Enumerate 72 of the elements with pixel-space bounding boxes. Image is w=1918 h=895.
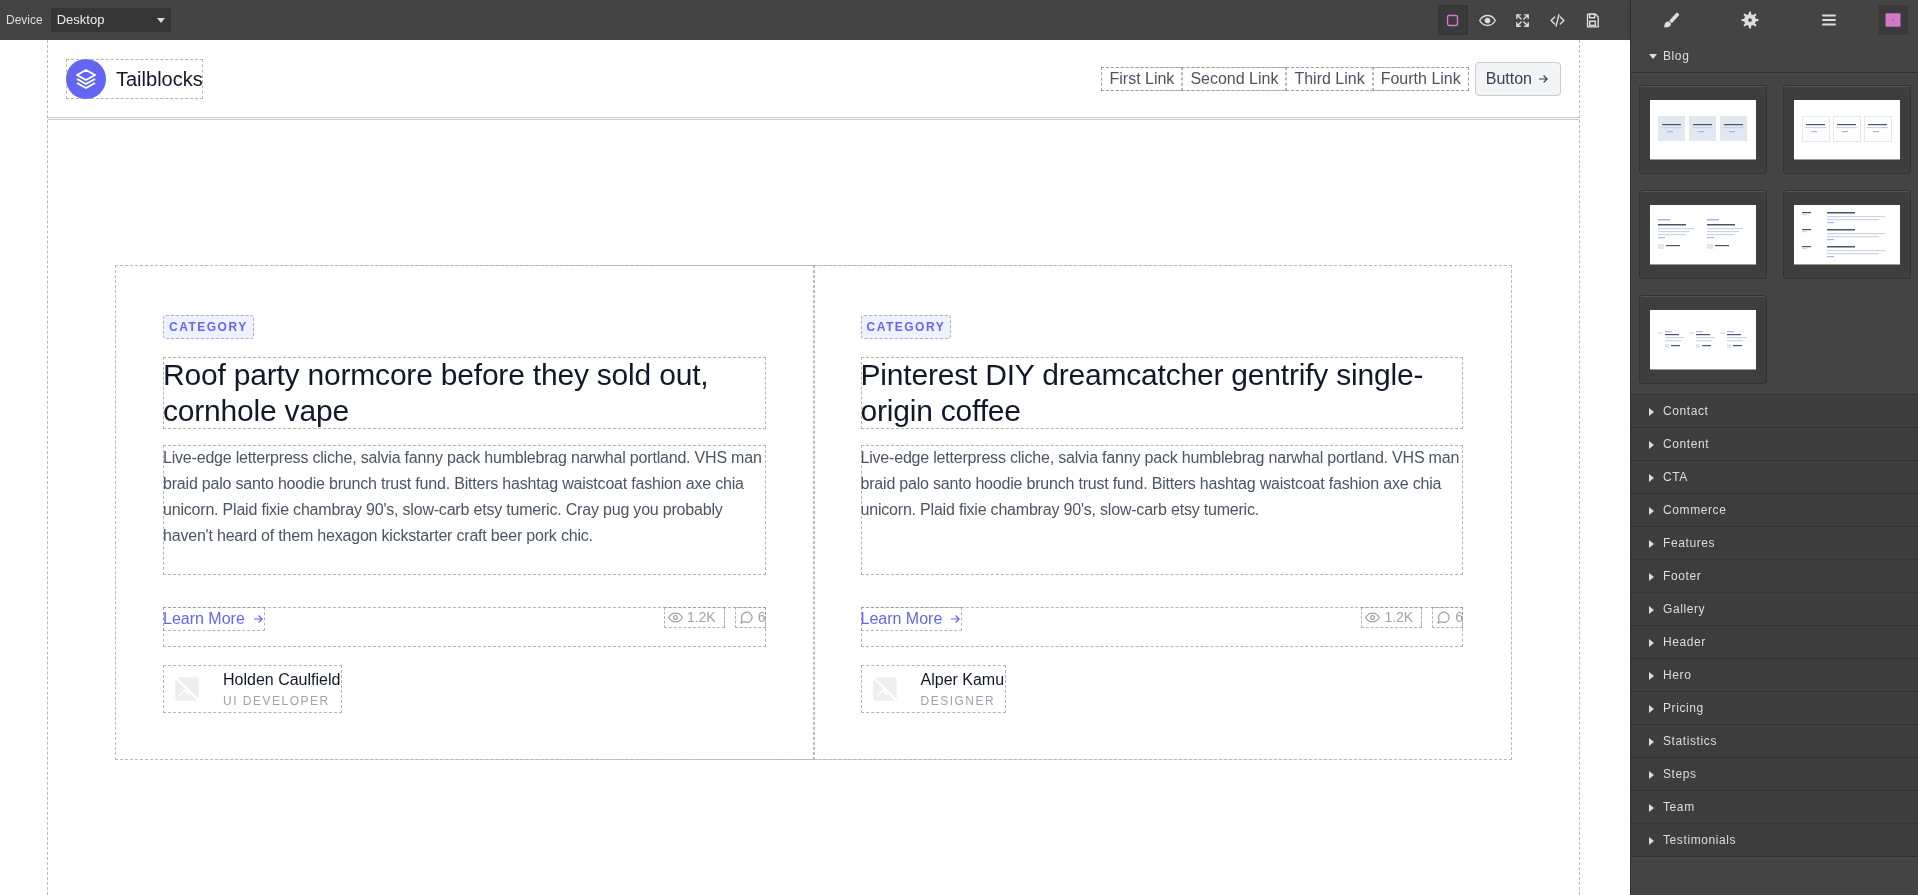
block-category[interactable]: Hero: [1631, 659, 1918, 692]
category-tag: CATEGORY: [860, 315, 952, 339]
nav-link[interactable]: Fourth Link: [1372, 66, 1469, 91]
caret-icon: [156, 17, 165, 23]
header-button[interactable]: Button: [1474, 61, 1561, 96]
block-category[interactable]: Features: [1631, 527, 1918, 560]
author-name: Holden Caulfield: [223, 670, 341, 690]
block-category[interactable]: Gallery: [1631, 593, 1918, 626]
settings-icon: [1740, 11, 1759, 29]
device-select[interactable]: Desktop: [50, 8, 171, 32]
block-category[interactable]: Footer: [1631, 560, 1918, 593]
comment-count: 6: [757, 608, 766, 627]
block-item[interactable]: [1639, 295, 1767, 384]
eye-icon: [1365, 610, 1381, 625]
post-title: Roof party normcore before they sold out, cornhole vape: [163, 357, 766, 429]
eye-icon: [667, 610, 683, 625]
block-item[interactable]: [1783, 85, 1911, 174]
post-excerpt: Live-edge letterpress cliche, salvia fanny pack humblebrag narwhal portland. VHS man braid palo santo hoodie brunch trust fund. Bitters hashtag waistcoat fashion axe chia unicorn. Plaid fixie chambray 90's, slow-carb etsy tumeric.: [860, 445, 1463, 575]
brush-icon: [1661, 11, 1680, 29]
brand-name: Tailblocks: [116, 66, 203, 92]
block-item[interactable]: [1639, 85, 1767, 174]
caret-right-icon: [1649, 737, 1654, 746]
block-category[interactable]: Statistics: [1631, 725, 1918, 758]
block-category[interactable]: Content: [1631, 428, 1918, 461]
caret-right-icon: [1649, 638, 1654, 647]
nav-link[interactable]: First Link: [1101, 66, 1183, 91]
caret-right-icon: [1649, 605, 1654, 614]
block-category[interactable]: Team: [1631, 791, 1918, 824]
author-role: UI DEVELOPER: [223, 693, 331, 710]
learn-more-link[interactable]: Learn More: [163, 607, 265, 631]
block-category[interactable]: Pricing: [1631, 692, 1918, 725]
block-category[interactable]: Steps: [1631, 758, 1918, 791]
caret-right-icon: [1649, 671, 1654, 680]
block-category[interactable]: Testimonials: [1631, 824, 1918, 857]
save-icon: [1584, 11, 1601, 29]
logo-icon: [66, 58, 106, 99]
caret-right-icon: [1649, 572, 1654, 581]
blocks-grid-tab[interactable]: [1878, 5, 1908, 35]
caret-right-icon: [1649, 407, 1654, 416]
caret-right-icon: [1649, 704, 1654, 713]
learn-more-link[interactable]: Learn More: [860, 607, 963, 631]
comment-icon: [1436, 610, 1452, 625]
code-icon: [1549, 11, 1566, 29]
nav-link[interactable]: Third Link: [1286, 66, 1373, 91]
author-name: Alper Kamu: [920, 670, 1005, 690]
caret-right-icon: [1649, 539, 1654, 548]
view-count: 1.2K: [686, 608, 716, 627]
fullscreen-icon: [1514, 11, 1531, 29]
post-title: Pinterest DIY dreamcatcher gentrify single-origin coffee: [860, 357, 1463, 429]
device-label: Device: [6, 12, 43, 29]
block-item[interactable]: [1783, 190, 1911, 279]
block-item[interactable]: [1639, 190, 1767, 279]
post-excerpt: Live-edge letterpress cliche, salvia fanny pack humblebrag narwhal portland. VHS man braid palo santo hoodie brunch trust fund. Bitters hashtag waistcoat fashion axe chia unicorn. Plaid fixie chambray 90's, slow-carb etsy tumeric. Cray pug you probably haven't heard of them hexagon kickstarter craft beer pork chic.: [163, 445, 766, 575]
view-count: 1.2K: [1384, 608, 1414, 627]
comment-count: 6: [1455, 608, 1463, 627]
block-category[interactable]: Header: [1631, 626, 1918, 659]
caret-right-icon: [1649, 440, 1654, 449]
caret-right-icon: [1649, 506, 1654, 515]
category-tag: CATEGORY: [163, 315, 254, 339]
nav-link[interactable]: Second Link: [1182, 66, 1287, 91]
block-category[interactable]: Contact: [1631, 395, 1918, 428]
caret-right-icon: [1649, 770, 1654, 779]
caret-right-icon: [1649, 803, 1654, 812]
square-button[interactable]: [1437, 5, 1468, 35]
caret-right-icon: [1649, 836, 1654, 845]
comment-icon: [738, 610, 754, 625]
caret-down-icon: [1649, 54, 1657, 60]
author-role: DESIGNER: [920, 693, 997, 710]
block-category[interactable]: CTA: [1631, 461, 1918, 494]
blocks-grid-icon: [1884, 11, 1902, 29]
block-category[interactable]: Commerce: [1631, 494, 1918, 527]
caret-right-icon: [1649, 473, 1654, 482]
